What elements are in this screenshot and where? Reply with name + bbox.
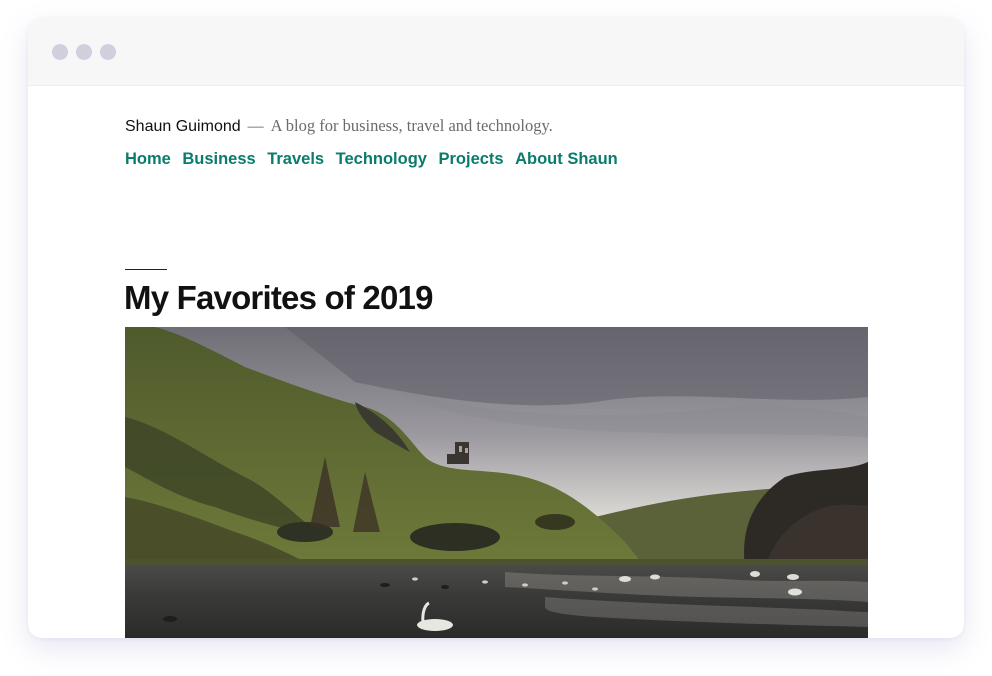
site-title-link[interactable]: Shaun Guimond bbox=[125, 118, 241, 136]
featured-image bbox=[125, 327, 868, 638]
site-separator: — bbox=[247, 118, 264, 135]
post-title[interactable]: My Favorites of 2019 bbox=[124, 279, 433, 317]
nav-item-business[interactable]: Business bbox=[182, 150, 255, 169]
nav-item-projects[interactable]: Projects bbox=[438, 150, 503, 169]
nav-item-home[interactable]: Home bbox=[125, 150, 171, 169]
nav-item-technology[interactable]: Technology bbox=[336, 150, 427, 169]
window-titlebar bbox=[28, 18, 964, 86]
nav-item-about-shaun[interactable]: About Shaun bbox=[515, 150, 618, 169]
nav-item-travels[interactable]: Travels bbox=[267, 150, 324, 169]
site-description: A blog for business, travel and technolo… bbox=[270, 116, 553, 135]
page-content: Shaun Guimond — A blog for business, tra… bbox=[28, 86, 964, 638]
window-minimize-dot[interactable] bbox=[76, 44, 92, 60]
title-divider bbox=[125, 269, 167, 270]
site-header: Shaun Guimond — A blog for business, tra… bbox=[125, 116, 553, 136]
primary-nav: Home Business Travels Technology Project… bbox=[125, 150, 629, 169]
window-maximize-dot[interactable] bbox=[100, 44, 116, 60]
browser-window: Shaun Guimond — A blog for business, tra… bbox=[28, 18, 964, 638]
window-close-dot[interactable] bbox=[52, 44, 68, 60]
